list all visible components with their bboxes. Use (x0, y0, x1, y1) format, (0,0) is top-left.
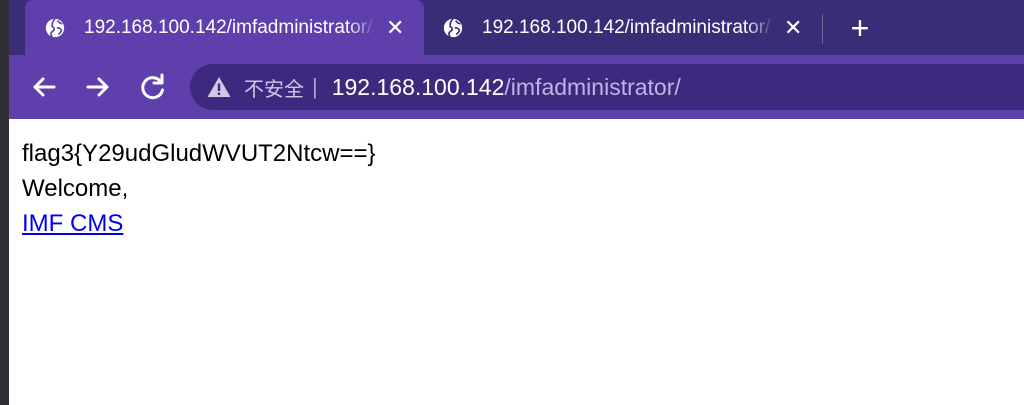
browser-window: 192.168.100.142/imfadministrator/ ✕ 192.… (0, 0, 1024, 405)
tab-title: 192.168.100.142/imfadministrator/ (84, 16, 373, 38)
tab-close-icon[interactable]: ✕ (386, 16, 404, 39)
globe-icon (443, 17, 463, 37)
tab-inactive[interactable]: 192.168.100.142/imfadministrator/ ✕ (432, 0, 822, 55)
omnibox-separator: | (312, 74, 318, 99)
warning-triangle-icon (207, 77, 231, 97)
new-tab-button[interactable]: + (845, 10, 875, 46)
imf-cms-link[interactable]: IMF CMS (22, 210, 123, 237)
tab-title: 192.168.100.142/imfadministrator/ (482, 16, 771, 38)
address-bar[interactable]: 不安全 | 192.168.100.142/imfadministrator/ (190, 64, 1024, 110)
page-content: flag3{Y29udGludWVUT2Ntcw==} Welcome, IMF… (9, 119, 1024, 405)
reload-glyph (141, 73, 164, 100)
url-text[interactable]: 192.168.100.142/imfadministrator/ (332, 74, 681, 101)
tab-divider (822, 14, 823, 44)
page-body: flag3{Y29udGludWVUT2Ntcw==} Welcome, IMF… (22, 136, 376, 241)
desktop-edge (0, 0, 9, 405)
url-path: /imfadministrator/ (504, 73, 681, 100)
back-arrow-glyph (33, 77, 56, 97)
globe-icon (45, 17, 65, 37)
reload-icon[interactable] (135, 69, 171, 105)
welcome-text: Welcome, (22, 175, 129, 202)
browser-toolbar: 不安全 | 192.168.100.142/imfadministrator/ (9, 55, 1024, 119)
url-host: 192.168.100.142 (331, 73, 505, 100)
flag-text: flag3{Y29udGludWVUT2Ntcw==} (22, 140, 376, 167)
forward-arrow-icon[interactable] (80, 69, 116, 105)
tab-strip: 192.168.100.142/imfadministrator/ ✕ 192.… (9, 0, 1024, 55)
back-arrow-icon[interactable] (26, 69, 62, 105)
tab-active[interactable]: 192.168.100.142/imfadministrator/ ✕ (25, 0, 424, 55)
security-label[interactable]: 不安全 (244, 73, 304, 102)
forward-arrow-glyph (86, 77, 109, 97)
tab-close-icon[interactable]: ✕ (784, 16, 802, 39)
